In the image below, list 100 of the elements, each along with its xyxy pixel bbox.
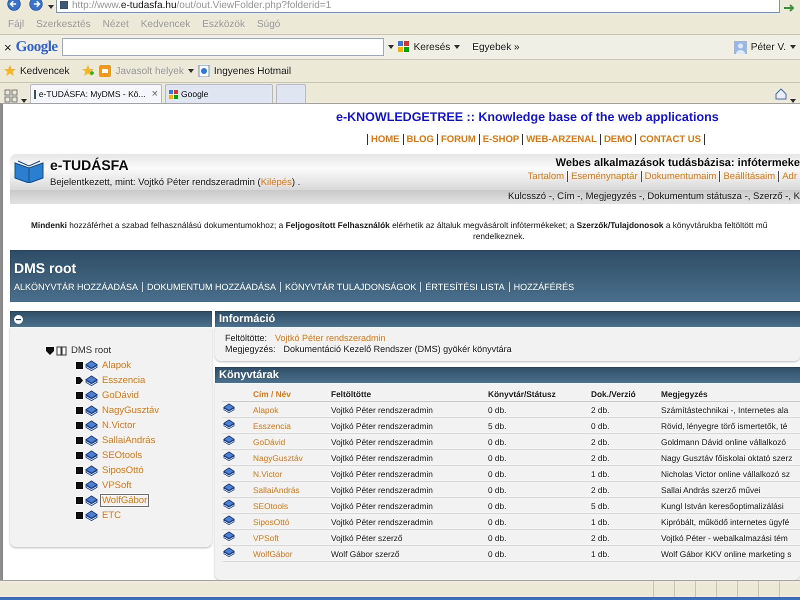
table-cell: 2 db. bbox=[591, 436, 610, 446]
book-icon bbox=[223, 515, 235, 526]
table-cell: 0 db. bbox=[488, 516, 506, 526]
caret-icon[interactable] bbox=[188, 69, 194, 73]
site-title: e-KNOWLEDGETREE :: Knowledge base of the web applications bbox=[335, 109, 720, 124]
menu-item[interactable]: Eszközök bbox=[198, 18, 249, 30]
home-icon[interactable] bbox=[775, 88, 787, 100]
nav-link[interactable]: E-SHOP bbox=[478, 134, 522, 145]
tree-item[interactable]: DMS root bbox=[69, 344, 114, 357]
panel-title: Információ bbox=[219, 313, 276, 325]
caret-icon[interactable] bbox=[388, 45, 394, 49]
nav-link[interactable]: BLOG bbox=[402, 134, 437, 145]
book-icon bbox=[85, 404, 98, 416]
table-cell: 2 db. bbox=[591, 484, 610, 494]
column-header: Feltöltötte bbox=[330, 387, 487, 402]
search-field[interactable] bbox=[62, 38, 384, 56]
tree-item[interactable]: WolfGábor bbox=[100, 494, 150, 507]
folder-action-link[interactable]: HOZZÁFÉRÉS bbox=[508, 282, 578, 292]
nav-link[interactable]: WEB-ARZENAL bbox=[522, 134, 600, 145]
tree-item[interactable]: NagyGusztáv bbox=[100, 404, 162, 417]
user-menu[interactable]: Péter V. bbox=[750, 42, 786, 52]
expand-toggle-icon[interactable] bbox=[76, 377, 83, 384]
menu-item[interactable]: Nézet bbox=[98, 18, 133, 30]
search-button[interactable]: Keresés bbox=[414, 42, 450, 52]
nav-link[interactable]: CONTACT US bbox=[635, 134, 706, 145]
collapse-toggle-icon[interactable] bbox=[46, 346, 54, 354]
folder-link[interactable]: VPSoft bbox=[253, 532, 279, 542]
book-icon bbox=[223, 499, 235, 510]
tree-item[interactable]: SiposOttó bbox=[100, 464, 146, 477]
tree-item[interactable]: ETC bbox=[100, 509, 123, 522]
caret-icon[interactable] bbox=[790, 45, 796, 49]
colored-squares-icon bbox=[169, 90, 178, 98]
nav-link[interactable]: HOME bbox=[367, 134, 402, 145]
caret-icon[interactable] bbox=[48, 5, 54, 9]
more-button[interactable]: Egyebek » bbox=[472, 42, 520, 52]
table-cell: Goldmann Dávid online vállalkozó bbox=[661, 436, 786, 446]
tree-item[interactable]: SEOtools bbox=[100, 449, 144, 462]
folder-action-link[interactable]: ALKÖNYVTÁR HOZZÁADÁSA bbox=[14, 282, 142, 292]
folder-action-link[interactable]: DOKUMENTUM HOZZÁADÁSA bbox=[142, 282, 280, 292]
column-header[interactable]: Cím / Név bbox=[252, 387, 330, 402]
tree-item[interactable]: Alapok bbox=[100, 359, 134, 372]
field-value: Dokumentáció Kezelő Rendszer (DMS) gyökér könyvtára bbox=[284, 344, 512, 355]
menu-item[interactable]: Fájl bbox=[4, 18, 28, 30]
nav-link[interactable]: DEMO bbox=[600, 134, 636, 145]
nav-link[interactable]: FORUM bbox=[436, 134, 479, 145]
book-icon bbox=[85, 464, 98, 476]
browser-tab[interactable]: Google bbox=[165, 84, 273, 103]
folder-link[interactable]: SEOtools bbox=[253, 500, 288, 510]
uploader-link[interactable]: Vojtkó Péter rendszeradmin bbox=[275, 333, 386, 344]
favorites-button[interactable]: Kedvencek bbox=[20, 66, 70, 76]
user-link[interactable]: Dokumentumaim bbox=[640, 171, 720, 182]
folder-link[interactable]: Alapok bbox=[253, 404, 278, 414]
address-field[interactable]: http://www.e-tudasfa.hu/out/out.ViewFolder.php?folderid=1 bbox=[56, 0, 780, 13]
hotmail-link[interactable]: Ingyenes Hotmail bbox=[214, 66, 292, 76]
menu-item[interactable]: Kedvencek bbox=[136, 18, 194, 30]
grid-icon[interactable] bbox=[4, 89, 18, 103]
folder-link[interactable]: SiposOttó bbox=[253, 516, 290, 526]
table-cell: Vojtkó Péter rendszeradmin bbox=[331, 516, 433, 526]
folder-title: DMS root bbox=[14, 260, 78, 276]
close-tab-button[interactable]: × bbox=[152, 88, 158, 100]
folder-link[interactable]: N.Victor bbox=[253, 468, 282, 478]
folder-link[interactable]: NagyGusztáv bbox=[253, 452, 303, 462]
folder-icon bbox=[56, 346, 67, 356]
close-button[interactable]: × bbox=[4, 40, 12, 54]
user-link[interactable]: Eseménynaptár bbox=[567, 171, 641, 182]
table-cell: Nagy Gusztáv főiskolai oktató szerz bbox=[661, 452, 792, 462]
logout-link[interactable]: Kilépés bbox=[260, 177, 292, 188]
suggested-sites-link[interactable]: Javasolt helyek bbox=[115, 66, 184, 76]
folder-link[interactable]: Esszencia bbox=[253, 420, 291, 430]
tree-item[interactable]: VPSoft bbox=[100, 479, 134, 492]
table-cell: 0 db. bbox=[488, 532, 506, 542]
tree-item[interactable]: N.Victor bbox=[100, 419, 138, 432]
user-link[interactable]: Beállításaim bbox=[719, 171, 778, 182]
table-cell: 0 db. bbox=[488, 500, 506, 510]
book-icon bbox=[85, 360, 98, 372]
folder-action-link[interactable]: ÉRTESÍTÉSI LISTA bbox=[420, 282, 509, 292]
folder-link[interactable]: WolfGábor bbox=[253, 548, 293, 558]
menu-item[interactable]: Súgó bbox=[253, 18, 284, 30]
folder-action-link[interactable]: KÖNYVTÁR TULAJDONSÁGOK bbox=[280, 282, 420, 292]
collapse-icon[interactable] bbox=[14, 314, 23, 324]
tree-item[interactable]: GoDávid bbox=[100, 389, 141, 402]
tree-item[interactable]: Esszencia bbox=[100, 374, 148, 387]
book-icon bbox=[223, 435, 235, 446]
folder-link[interactable]: SallaiAndrás bbox=[253, 484, 300, 494]
book-icon bbox=[85, 390, 98, 402]
panel-title: Könyvtárak bbox=[219, 369, 279, 381]
table-cell: 1 db. bbox=[591, 548, 610, 558]
menu-item[interactable]: Szerkesztés bbox=[32, 18, 95, 30]
book-icon bbox=[85, 374, 98, 386]
table-cell: Vojtkó Péter rendszeradmin bbox=[331, 420, 433, 430]
folder-link[interactable]: GoDávid bbox=[253, 436, 286, 446]
site-name: e-TUDÁSFA bbox=[50, 157, 130, 173]
browser-tab[interactable]: e-TUDÁSFA: MyDMS - Kö... × bbox=[30, 84, 162, 103]
user-link[interactable]: Tartalom bbox=[524, 171, 568, 182]
user-link[interactable]: Adr bbox=[778, 171, 800, 182]
caret-icon[interactable] bbox=[454, 45, 460, 49]
table-cell: 2 db. bbox=[591, 532, 610, 542]
table-cell: Wolf Gábor szerző bbox=[331, 548, 400, 558]
tree-item[interactable]: SallaiAndrás bbox=[100, 434, 158, 447]
refresh-icon[interactable] bbox=[782, 2, 796, 12]
